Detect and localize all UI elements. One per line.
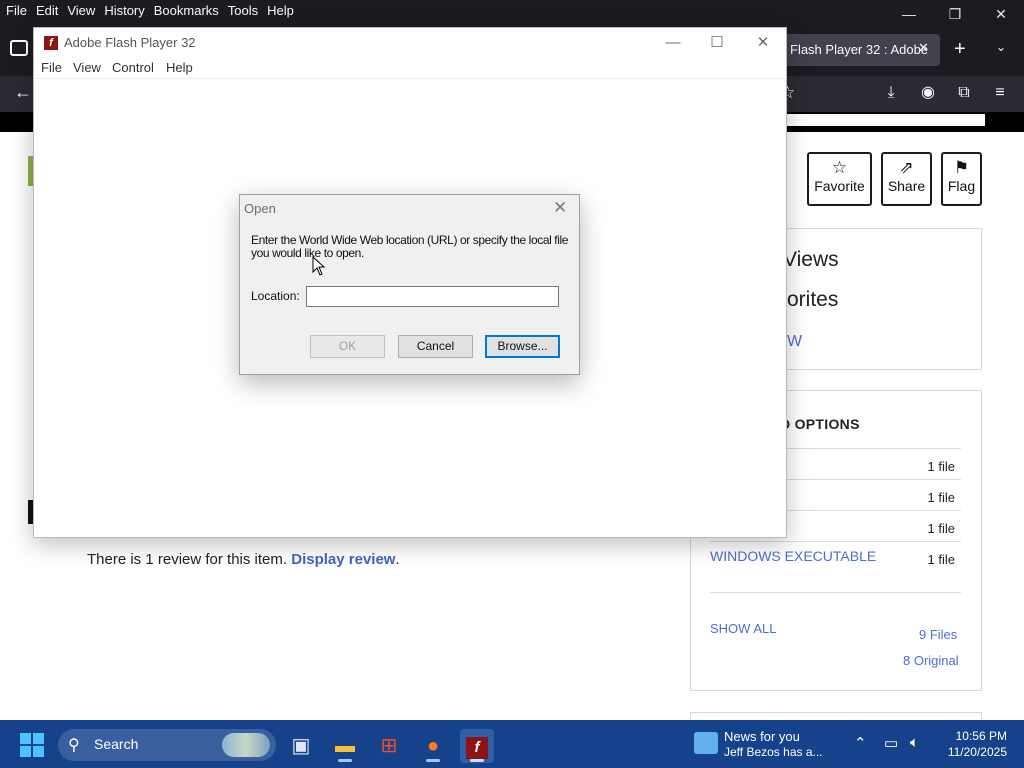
firefox-view-icon[interactable] [10, 40, 28, 56]
news-headline[interactable]: Jeff Bezos has a... [724, 745, 823, 759]
flash-player-indicator [470, 759, 484, 762]
news-title[interactable]: News for you [724, 729, 800, 744]
download-row[interactable]: WINDOWS EXECUTABLE 1 file [710, 541, 961, 572]
speaker-icon[interactable]: 🔈︎ [910, 734, 919, 751]
clock-time[interactable]: 10:56 PM [943, 729, 1007, 743]
favorites-count: orites [787, 288, 839, 311]
flag-button[interactable]: ⚑ Flag [941, 152, 982, 206]
tab-flash-player[interactable]: Flash Player 32 : Adobe [780, 34, 940, 66]
flag-label: Flag [947, 178, 976, 194]
favorite-label: Favorite [814, 178, 865, 194]
task-view-icon[interactable]: ▣ [284, 729, 318, 763]
menu-bookmarks[interactable]: Bookmarks [154, 3, 219, 18]
location-label: Location: [251, 289, 300, 303]
views-count: Views [783, 248, 839, 271]
star-icon: ☆ [831, 158, 848, 177]
firefox-icon[interactable]: ● [416, 729, 450, 763]
firefox-indicator [426, 759, 440, 762]
share-label: Share [887, 178, 926, 194]
menu-tools[interactable]: Tools [228, 3, 258, 18]
download-count: 1 file [927, 459, 955, 474]
share-icon: ⇗ [899, 158, 914, 177]
back-arrow-icon[interactable]: ← [14, 82, 32, 103]
close-icon[interactable]: ✕ [553, 198, 567, 218]
display-review-link[interactable]: Display review [291, 551, 395, 568]
download-count: 1 file [927, 552, 955, 567]
open-dialog-message: Enter the World Wide Web location (URL) … [251, 233, 569, 260]
clock-date[interactable]: 11/20/2025 [943, 745, 1007, 759]
account-icon[interactable]: ◉ [917, 82, 939, 104]
hamburger-menu-icon[interactable]: ≡ [989, 82, 1011, 104]
extensions-icon[interactable]: ⧉ [953, 82, 975, 104]
windows-start-icon[interactable] [20, 733, 44, 757]
share-button[interactable]: ⇗ Share [881, 152, 932, 206]
open-dialog: Open ✕ Enter the World Wide Web location… [239, 194, 580, 375]
browser-menubar: File Edit View History Bookmarks Tools H… [0, 0, 1024, 24]
search-icon: ⚲ [68, 737, 80, 754]
reviews-link[interactable]: W [787, 333, 802, 351]
show-all-link[interactable]: SHOW ALL [710, 621, 776, 636]
chevron-up-icon[interactable]: ⌃ [854, 734, 867, 752]
favorite-button[interactable]: ☆ Favorite [807, 152, 872, 206]
tab-list-icon[interactable]: ⌄ [996, 40, 1006, 54]
download-icon[interactable]: ⤓ [880, 82, 902, 104]
microsoft-store-icon[interactable]: ⊞ [372, 729, 406, 763]
review-summary: There is 1 review for this item. Display… [87, 551, 400, 568]
menu-file[interactable]: File [6, 3, 27, 18]
mouse-cursor-icon [312, 256, 326, 276]
menu-help[interactable]: Help [267, 3, 294, 18]
download-format-windows-executable[interactable]: WINDOWS EXECUTABLE [710, 548, 876, 564]
menu-history[interactable]: History [104, 3, 144, 18]
cancel-button[interactable]: Cancel [398, 335, 473, 358]
flash-logo-icon: f [44, 36, 58, 50]
flash-player-taskbar-icon[interactable]: f [460, 729, 494, 763]
download-options-title: D OPTIONS [780, 416, 860, 432]
browse-button[interactable]: Browse... [485, 335, 560, 358]
flash-menu-control[interactable]: Control [112, 60, 154, 75]
download-divider [710, 592, 961, 593]
flash-menu-divider [34, 78, 786, 79]
tab-close-icon[interactable]: ✕ [918, 40, 929, 56]
flash-maximize-button[interactable]: ☐ [702, 32, 732, 54]
flash-logo-icon: f [466, 737, 488, 759]
flash-title-bar: f Adobe Flash Player 32 — ☐ ✕ [34, 28, 786, 58]
flash-menu-file[interactable]: File [41, 60, 62, 75]
location-input[interactable] [306, 286, 559, 307]
files-total-link[interactable]: 9 Files [919, 627, 957, 642]
site-search-strip [787, 114, 985, 126]
download-count: 1 file [927, 521, 955, 536]
download-count: 1 file [927, 490, 955, 505]
flash-menu-help[interactable]: Help [166, 60, 193, 75]
taskbar-search-box[interactable]: ⚲ Search [58, 729, 276, 761]
open-dialog-title: Open [244, 201, 276, 216]
review-suffix: . [395, 551, 400, 568]
browser-menu-list: File Edit View History Bookmarks Tools H… [6, 3, 303, 18]
menu-view[interactable]: View [67, 3, 95, 18]
flash-close-button[interactable]: ✕ [748, 32, 778, 54]
menu-edit[interactable]: Edit [36, 3, 58, 18]
flag-icon: ⚑ [953, 158, 970, 177]
search-highlight-image [222, 733, 270, 757]
file-explorer-indicator [338, 759, 352, 762]
flash-menubar: File View Control Help [34, 58, 786, 78]
taskbar-search-label: Search [94, 736, 139, 752]
flash-window-title: Adobe Flash Player 32 [64, 35, 196, 50]
review-text: There is 1 review for this item. [87, 551, 292, 568]
file-explorer-icon[interactable]: ▬ [328, 729, 362, 763]
files-original-link[interactable]: 8 Original [903, 653, 959, 668]
flash-minimize-button[interactable]: — [658, 32, 688, 54]
new-tab-button[interactable]: + [954, 39, 966, 59]
flash-menu-view[interactable]: View [73, 60, 101, 75]
display-icon[interactable]: ▭ [884, 734, 898, 752]
ok-button[interactable]: OK [310, 335, 385, 358]
news-widget-icon[interactable] [694, 732, 718, 754]
